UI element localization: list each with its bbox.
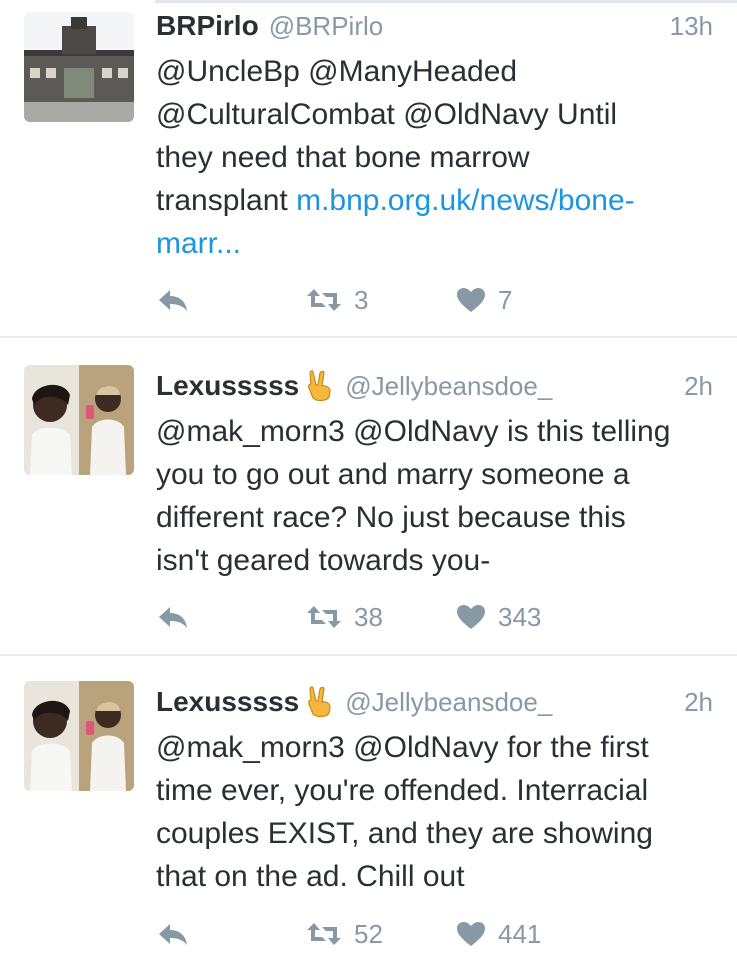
heart-icon — [457, 288, 485, 312]
tweet-actions: 3 7 — [156, 284, 576, 316]
retweet-icon — [307, 923, 341, 945]
tweet-link[interactable]: m.bnp.org.uk/news/bone- — [296, 184, 635, 217]
text-line: that on the ad. Chill out — [156, 860, 465, 893]
tweet-text: @mak_morn3 @OldNavy for the first time e… — [156, 726, 716, 898]
author-name[interactable]: BRPirlo — [156, 10, 259, 42]
reply-icon — [159, 924, 187, 945]
text-line: time ever, you're offended. Interracial — [156, 774, 649, 807]
retweet-button[interactable]: 52 — [306, 918, 383, 950]
timestamp[interactable]: 2h — [684, 687, 713, 718]
avatar[interactable] — [24, 681, 134, 791]
text-line: isn't geared towards you- — [156, 544, 491, 577]
tweet-2[interactable]: Lexusssss @Jellybeansdoe_ 2h @mak_morn3 … — [0, 338, 737, 656]
reply-button[interactable] — [156, 601, 190, 633]
text-line: @mak_morn3 @OldNavy for the first — [156, 731, 649, 764]
reply-icon — [159, 607, 187, 628]
text-segment: transplant — [156, 184, 297, 217]
avatar[interactable] — [24, 12, 134, 122]
retweet-count: 38 — [354, 601, 383, 632]
timestamp[interactable]: 2h — [684, 371, 713, 402]
retweet-count: 3 — [354, 284, 369, 315]
like-button[interactable]: 7 — [456, 284, 512, 316]
avatar[interactable] — [24, 365, 134, 475]
heart-icon — [457, 605, 485, 629]
like-count: 441 — [498, 918, 542, 949]
reply-icon — [159, 290, 187, 311]
retweet-icon — [307, 606, 341, 628]
heart-icon — [457, 922, 485, 946]
like-count: 343 — [498, 601, 542, 632]
tweet-actions: 52 441 — [156, 918, 576, 950]
text-line: you to go out and marry someone a — [156, 458, 630, 491]
reply-button[interactable] — [156, 918, 190, 950]
text-line: @mak_morn3 @OldNavy is this telling — [156, 415, 671, 448]
retweet-button[interactable]: 3 — [306, 284, 368, 316]
like-button[interactable]: 441 — [456, 918, 541, 950]
reply-button[interactable] — [156, 284, 190, 316]
tweet-3[interactable]: Lexusssss @Jellybeansdoe_ 2h @mak_morn3 … — [0, 656, 737, 960]
tweet-text: @mak_morn3 @OldNavy is this telling you … — [156, 410, 716, 582]
tweet-header: BRPirlo @BRPirlo 13h — [156, 8, 713, 44]
timestamp[interactable]: 13h — [670, 11, 713, 42]
author-name[interactable]: Lexusssss — [156, 686, 299, 718]
author-handle[interactable]: @Jellybeansdoe_ — [345, 687, 552, 718]
tweet-link-continued[interactable]: marr... — [156, 227, 241, 260]
text-line: couples EXIST, and they are showing — [156, 817, 653, 850]
text-line: transplant m.bnp.org.uk/news/bone- — [156, 179, 716, 222]
author-handle[interactable]: @BRPirlo — [269, 11, 384, 42]
victory-hand-emoji — [305, 370, 335, 402]
victory-hand-emoji — [305, 686, 335, 718]
text-line: different race? No just because this — [156, 501, 626, 534]
text-line: @CulturalCombat @OldNavy Until — [156, 98, 618, 131]
like-count: 7 — [498, 284, 513, 315]
author-handle[interactable]: @Jellybeansdoe_ — [345, 371, 552, 402]
tweet-header: Lexusssss @Jellybeansdoe_ 2h — [156, 684, 713, 720]
text-line: they need that bone marrow — [156, 141, 530, 174]
retweet-button[interactable]: 38 — [306, 601, 383, 633]
tweet-header: Lexusssss @Jellybeansdoe_ 2h — [156, 368, 713, 404]
tweet-1[interactable]: BRPirlo @BRPirlo 13h @UncleBp @ManyHeade… — [0, 0, 737, 338]
tweet-actions: 38 343 — [156, 601, 576, 633]
text-line: @UncleBp @ManyHeaded — [156, 55, 518, 88]
author-name[interactable]: Lexusssss — [156, 370, 299, 402]
retweet-icon — [307, 289, 341, 311]
retweet-count: 52 — [354, 918, 383, 949]
tweet-text: @UncleBp @ManyHeaded @CulturalCombat @Ol… — [156, 50, 716, 265]
like-button[interactable]: 343 — [456, 601, 541, 633]
